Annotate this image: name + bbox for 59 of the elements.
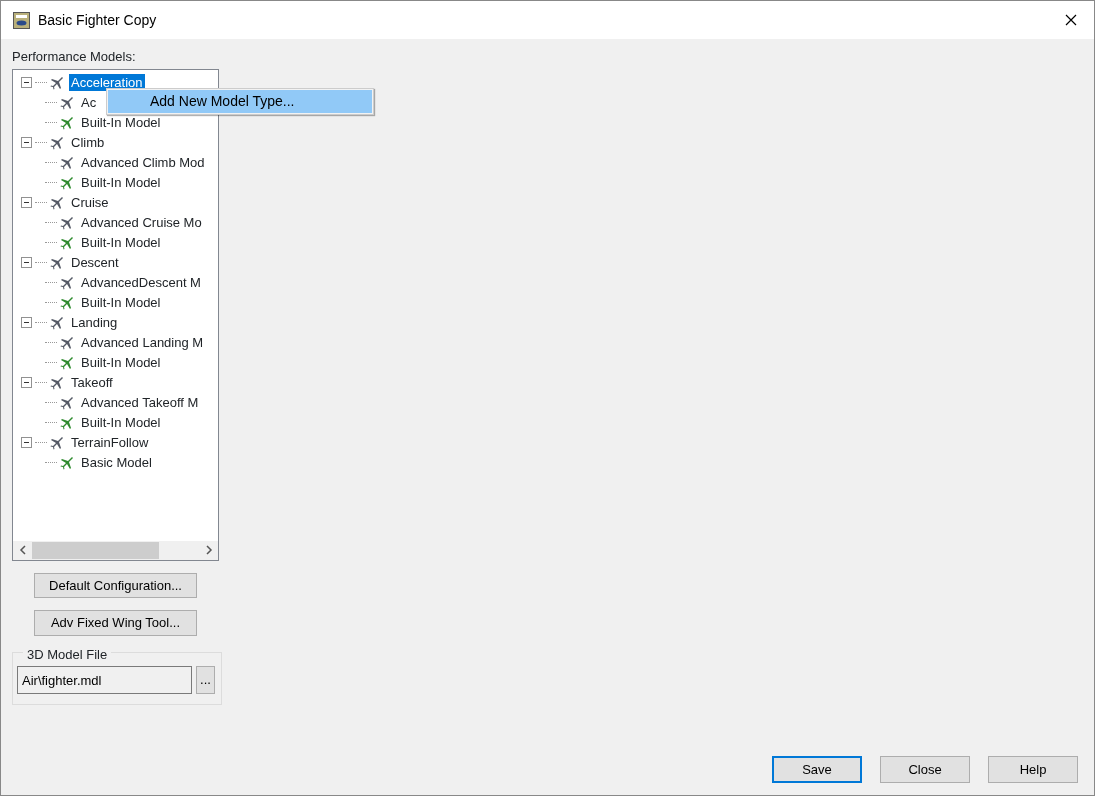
tree-item[interactable]: Built-In Model: [79, 294, 163, 311]
tree-item[interactable]: Ac: [79, 94, 99, 111]
plane-icon: [59, 394, 75, 411]
dialog-button[interactable]: Default Configuration...: [34, 572, 197, 598]
plane-icon: [49, 134, 65, 151]
plane-icon: [49, 434, 65, 451]
dialog-button[interactable]: Help: [988, 756, 1078, 783]
plane-icon: [59, 234, 75, 251]
plane-icon: [59, 154, 75, 171]
plane-icon: [59, 174, 75, 191]
collapse-icon[interactable]: [21, 137, 32, 148]
plane-icon: [49, 374, 65, 391]
browse-button[interactable]: ...: [196, 666, 215, 694]
collapse-icon[interactable]: [21, 317, 32, 328]
tree-item[interactable]: TerrainFollow: [69, 434, 151, 451]
plane-icon: [59, 214, 75, 231]
collapse-icon[interactable]: [21, 77, 32, 88]
tree-item[interactable]: Built-In Model: [79, 414, 163, 431]
window-title: Basic Fighter Copy: [38, 10, 157, 30]
plane-icon: [59, 414, 75, 431]
collapse-icon[interactable]: [21, 377, 32, 388]
tree-item[interactable]: AdvancedDescent M: [79, 274, 203, 291]
dialog-button[interactable]: Adv Fixed Wing Tool...: [34, 610, 197, 636]
tree-item[interactable]: Built-In Model: [79, 354, 163, 371]
plane-icon: [59, 274, 75, 291]
plane-icon: [49, 314, 65, 331]
tree-item[interactable]: Takeoff: [69, 374, 115, 391]
tree-item[interactable]: Climb: [69, 134, 107, 151]
plane-icon: [59, 334, 75, 351]
tree-item[interactable]: Advanced Climb Mod: [79, 154, 207, 171]
plane-icon: [49, 194, 65, 211]
menu-item[interactable]: Add New Model Type...: [108, 90, 372, 113]
app-icon: [13, 12, 30, 30]
collapse-icon[interactable]: [21, 437, 32, 448]
tree-item[interactable]: Built-In Model: [79, 174, 163, 191]
plane-icon: [59, 454, 75, 471]
plane-icon: [59, 94, 75, 111]
tree-item[interactable]: Landing: [69, 314, 120, 331]
tree-item[interactable]: Cruise: [69, 194, 111, 211]
collapse-icon[interactable]: [21, 197, 32, 208]
dialog-button[interactable]: Close: [880, 756, 970, 783]
collapse-icon[interactable]: [21, 257, 32, 268]
dialog-button[interactable]: Save: [772, 756, 862, 783]
tree-item[interactable]: Basic Model: [79, 454, 154, 471]
tree-item[interactable]: Descent: [69, 254, 121, 271]
horizontal-scrollbar[interactable]: [13, 540, 218, 560]
plane-icon: [49, 74, 65, 91]
tree-item[interactable]: Built-In Model: [79, 234, 163, 251]
file-path-field[interactable]: Air\fighter.mdl: [17, 666, 192, 694]
plane-icon: [49, 254, 65, 271]
tree-item[interactable]: Advanced Landing M: [79, 334, 206, 351]
scroll-thumb[interactable]: [32, 541, 159, 559]
tree-label: Performance Models:: [12, 48, 137, 66]
plane-icon: [59, 294, 75, 311]
tree-item[interactable]: Advanced Takeoff M: [79, 394, 201, 411]
tree-item[interactable]: Built-In Model: [79, 114, 163, 131]
plane-icon: [59, 354, 75, 371]
plane-icon: [59, 114, 75, 131]
tree-item[interactable]: Advanced Cruise Mo: [79, 214, 204, 231]
